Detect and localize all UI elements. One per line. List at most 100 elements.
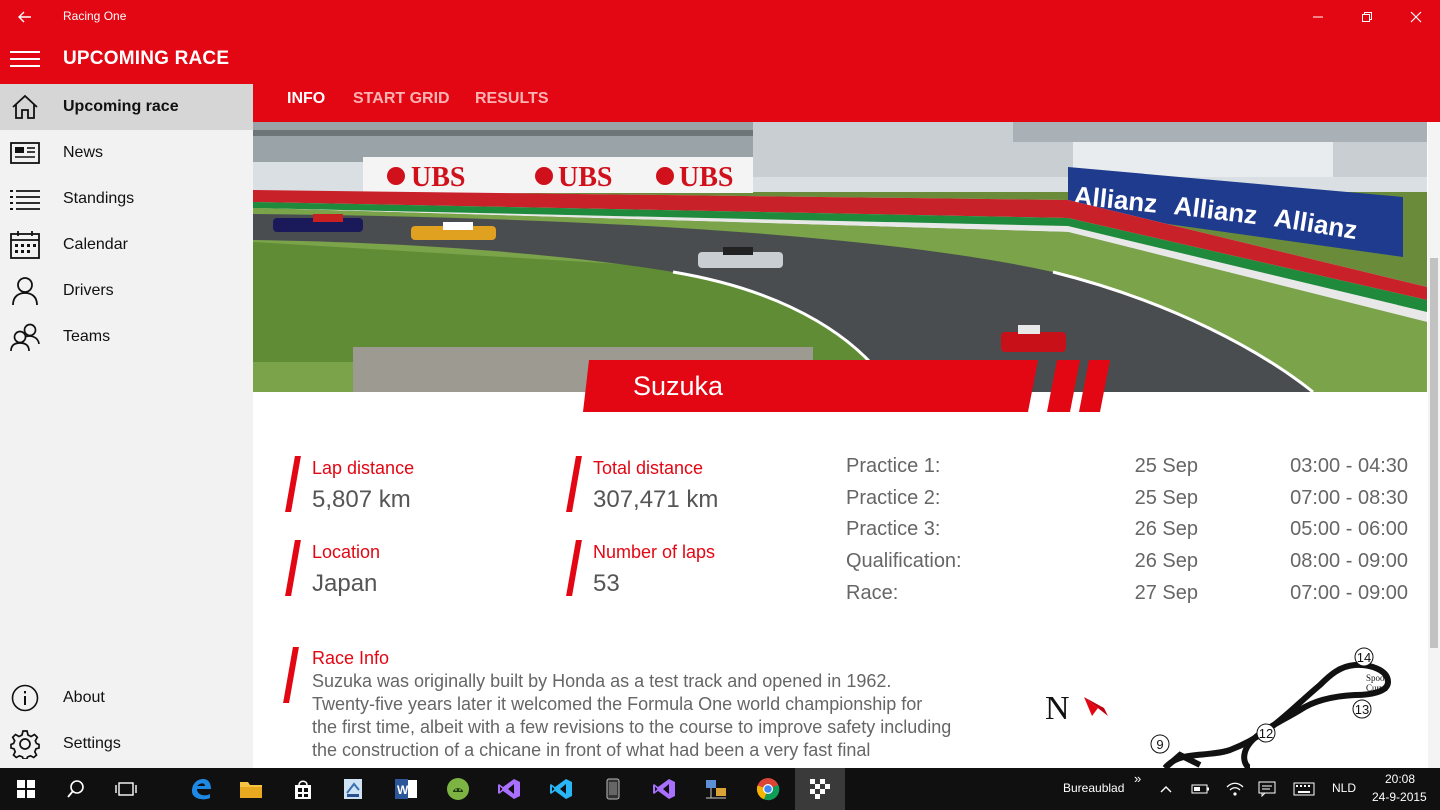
taskbar: W Bureaublad » NLD 20:08 24-9-2015 — [0, 768, 1440, 810]
toolbar-overflow[interactable]: » — [1134, 771, 1141, 786]
tab-bar: INFO START GRID RESULTS — [253, 84, 1440, 122]
android-studio-icon[interactable] — [437, 774, 479, 804]
title-bar: Racing One — [0, 0, 1440, 34]
lap-distance-label: Lap distance — [312, 458, 415, 478]
keyboard-icon[interactable] — [1283, 774, 1325, 804]
circuit-name: Suzuka — [633, 371, 724, 401]
session-name: Practice 3: — [846, 518, 941, 540]
edge-browser-icon[interactable] — [180, 774, 222, 804]
race-info-label: Race Info — [312, 648, 390, 668]
race-info-text: Suzuka was originally built by Honda as … — [312, 671, 952, 760]
accent-bar — [566, 540, 582, 596]
session-date: 27 Sep — [1134, 582, 1198, 604]
accent-bar — [285, 540, 301, 596]
sidebar-item-calendar[interactable]: Calendar — [0, 222, 253, 268]
turn-number: 9 — [1156, 737, 1163, 752]
sidebar-item-label: Upcoming race — [63, 98, 179, 115]
session-time: 07:00 - 09:00 — [1290, 582, 1408, 604]
sidebar: Upcoming race News Standings Calendar Dr… — [0, 84, 253, 768]
session-name: Qualification: — [846, 550, 962, 572]
app-title: Racing One — [63, 9, 127, 23]
home-icon — [10, 92, 40, 122]
page-title: UPCOMING RACE — [63, 48, 230, 69]
info-icon — [10, 683, 40, 713]
scrollbar-thumb[interactable] — [1430, 258, 1438, 648]
sidebar-item-label: Standings — [63, 190, 135, 207]
sidebar-item-about[interactable]: About — [0, 675, 253, 721]
sidebar-item-drivers[interactable]: Drivers — [0, 268, 253, 314]
vs-code-icon[interactable] — [540, 774, 582, 804]
phone-emulator-icon[interactable] — [592, 774, 634, 804]
windows-start-icon[interactable] — [5, 774, 47, 804]
accent-bar — [283, 647, 299, 703]
task-view-icon[interactable] — [105, 774, 147, 804]
file-explorer-icon[interactable] — [230, 774, 272, 804]
circuit-name-banner: Suzuka — [583, 360, 1110, 412]
sidebar-item-label: About — [63, 689, 105, 706]
sidebar-item-standings[interactable]: Standings — [0, 176, 253, 222]
desktop-toolbar-label[interactable]: Bureaublad — [1063, 781, 1124, 795]
sidebar-item-news[interactable]: News — [0, 130, 253, 176]
word-icon[interactable]: W — [385, 774, 427, 804]
person-icon — [10, 276, 40, 306]
hero-image: UBS UBS UBS Allianz Allianz Allianz — [253, 122, 1427, 392]
session-time: 07:00 - 08:30 — [1290, 487, 1408, 509]
hamburger-menu-icon[interactable] — [10, 51, 40, 69]
visual-studio-icon[interactable] — [488, 774, 530, 804]
laps-value: 53 — [593, 570, 620, 597]
sidebar-item-label: Settings — [63, 735, 121, 752]
location-label: Location — [312, 542, 381, 562]
total-distance-label: Total distance — [593, 458, 704, 478]
calendar-icon — [10, 230, 40, 260]
paint-app-icon[interactable] — [332, 774, 374, 804]
gear-icon — [10, 729, 40, 759]
visual-studio-icon[interactable] — [643, 774, 685, 804]
people-icon — [10, 322, 40, 352]
network-manager-icon[interactable] — [695, 774, 737, 804]
input-language[interactable]: NLD — [1332, 781, 1356, 795]
north-arrow-icon — [1084, 697, 1108, 716]
turn-number: 14 — [1357, 650, 1371, 665]
session-date: 25 Sep — [1134, 487, 1198, 509]
store-icon[interactable] — [282, 774, 324, 804]
sidebar-item-teams[interactable]: Teams — [0, 314, 253, 360]
session-date: 25 Sep — [1134, 455, 1198, 477]
total-distance-value: 307,471 km — [593, 486, 719, 513]
track-map: N 14 13 12 9 Spoon Curve — [1030, 640, 1425, 768]
sidebar-item-upcoming-race[interactable]: Upcoming race — [0, 84, 253, 130]
restore-button[interactable] — [1343, 0, 1391, 34]
news-icon — [10, 138, 40, 168]
accent-bar — [566, 456, 582, 512]
sidebar-item-label: News — [63, 144, 104, 161]
list-icon — [10, 184, 40, 214]
turn-number: 13 — [1355, 702, 1369, 717]
sidebar-item-label: Calendar — [63, 236, 128, 253]
sidebar-item-settings[interactable]: Settings — [0, 721, 253, 767]
svg-text:W: W — [397, 783, 409, 797]
turn-number: 12 — [1259, 726, 1273, 741]
tab-info[interactable]: INFO — [287, 90, 325, 108]
app-header: UPCOMING RACE — [0, 34, 1440, 84]
tab-results[interactable]: RESULTS — [475, 90, 548, 108]
clock-time[interactable]: 20:08 — [1385, 772, 1415, 786]
session-time: 05:00 - 06:00 — [1290, 518, 1408, 540]
session-time: 03:00 - 04:30 — [1290, 455, 1408, 477]
session-name: Race: — [846, 582, 899, 604]
ubs-ad-text: UBS — [411, 162, 465, 193]
session-name: Practice 1: — [846, 455, 941, 477]
search-icon[interactable] — [55, 774, 97, 804]
clock-date[interactable]: 24-9-2015 — [1372, 790, 1427, 804]
tab-start-grid[interactable]: START GRID — [353, 90, 450, 108]
ubs-ad-text: UBS — [558, 162, 612, 193]
corner-name: Spoon — [1366, 673, 1390, 683]
racing-one-app-icon[interactable] — [799, 774, 841, 804]
action-center-icon[interactable] — [1246, 774, 1288, 804]
session-name: Practice 2: — [846, 487, 941, 509]
back-arrow-icon[interactable] — [10, 4, 40, 30]
sidebar-item-label: Drivers — [63, 282, 114, 299]
close-button[interactable] — [1392, 0, 1440, 34]
location-value: Japan — [312, 570, 378, 597]
session-time: 08:00 - 09:00 — [1290, 550, 1408, 572]
chrome-icon[interactable] — [747, 774, 789, 804]
minimize-button[interactable] — [1294, 0, 1342, 34]
